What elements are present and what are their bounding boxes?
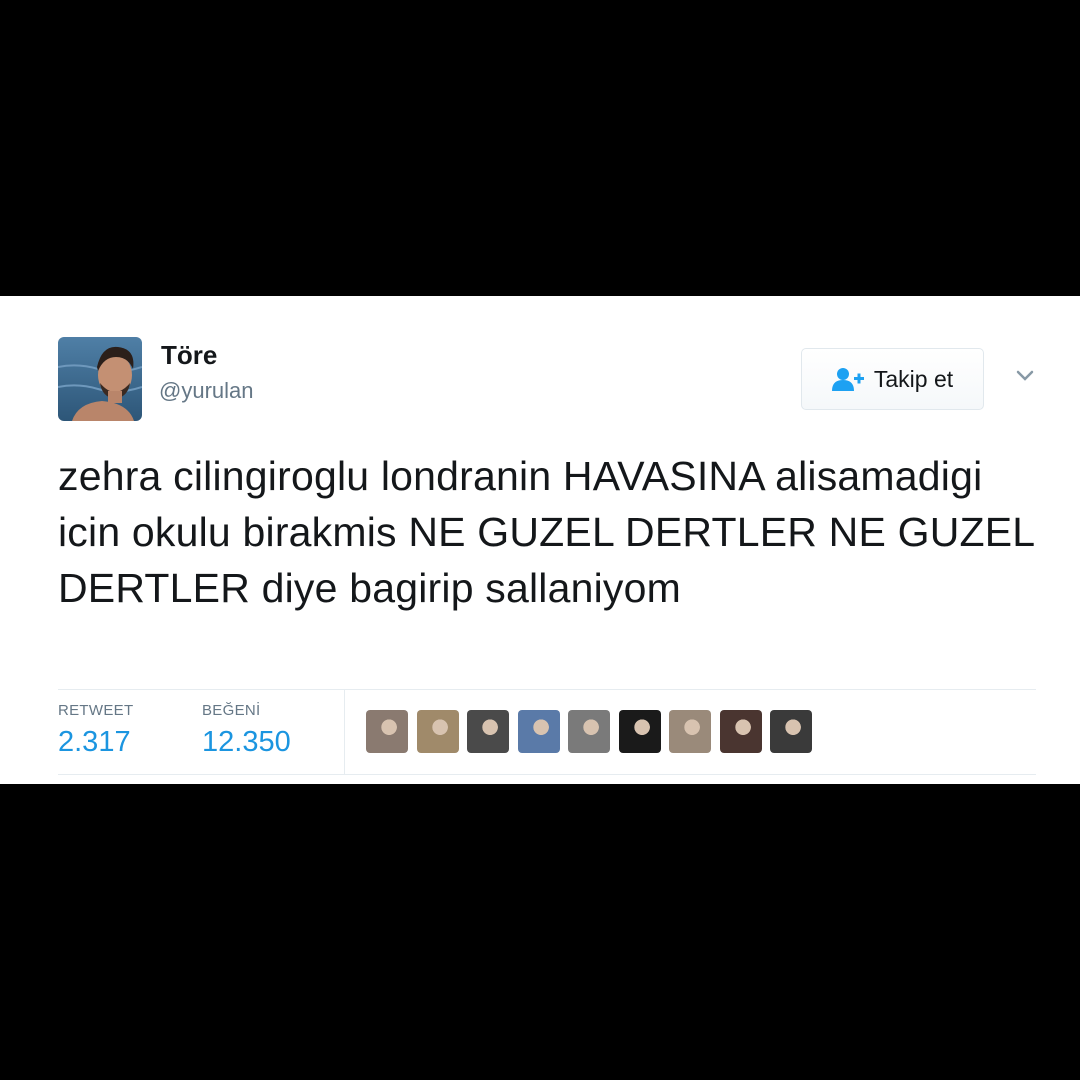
liker-avatar-3[interactable]: [467, 710, 509, 753]
chevron-down-icon: [1016, 370, 1034, 381]
retweet-count: 2.317: [58, 726, 131, 758]
profile-photo-icon: [58, 337, 142, 421]
user-handle[interactable]: @yurulan: [159, 378, 254, 404]
liker-avatar-1[interactable]: [366, 710, 408, 753]
liker-avatar-4[interactable]: [518, 710, 560, 753]
follow-button-label: Takip et: [873, 365, 954, 392]
tweet-stats: RETWEET 2.317 BEĞENİ 12.350: [58, 689, 1036, 775]
liker-avatar-2[interactable]: [417, 710, 459, 753]
add-user-icon: [831, 368, 864, 391]
liker-avatar-6[interactable]: [619, 710, 661, 753]
liker-avatar-8[interactable]: [720, 710, 762, 753]
more-options-button[interactable]: [1012, 366, 1038, 386]
liker-avatar-5[interactable]: [568, 710, 610, 753]
follow-button[interactable]: Takip et: [801, 348, 984, 410]
retweet-label: RETWEET: [58, 702, 134, 719]
like-stat[interactable]: BEĞENİ 12.350: [202, 702, 291, 759]
liker-avatar-7[interactable]: [669, 710, 711, 753]
liker-avatar-9[interactable]: [770, 710, 812, 753]
retweet-stat[interactable]: RETWEET 2.317: [58, 702, 133, 759]
tweet-text: zehra cilingiroglu londranin HAVASINA al…: [58, 453, 1034, 611]
display-name[interactable]: Töre: [161, 340, 217, 371]
stats-divider: [344, 690, 345, 774]
like-label: BEĞENİ: [202, 702, 261, 719]
avatar[interactable]: [58, 337, 142, 421]
like-count: 12.350: [202, 726, 291, 758]
